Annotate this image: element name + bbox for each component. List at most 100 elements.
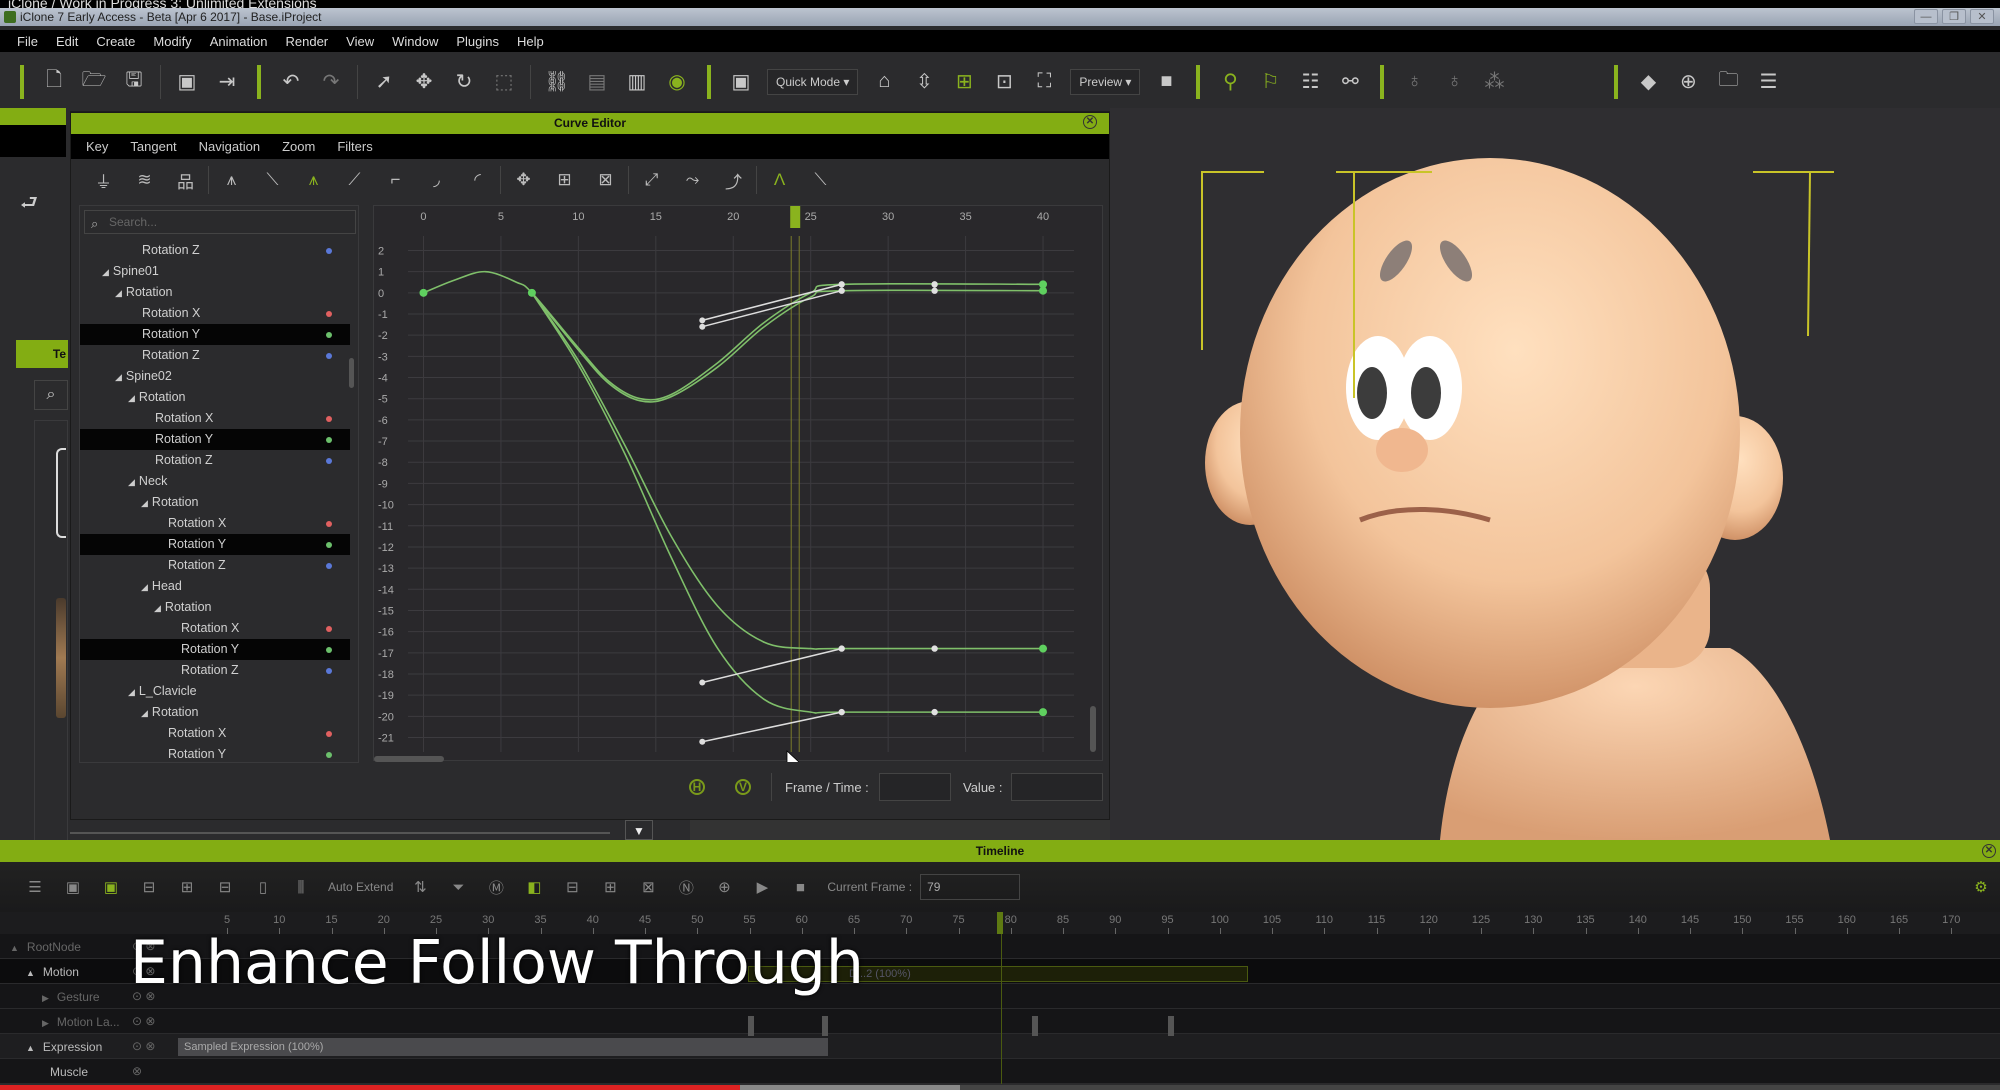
tree-row[interactable]: ◢ Neck [80,471,350,492]
horizontal-zoom-icon[interactable]: H [689,779,705,795]
select-arrow-icon[interactable]: ➚ [364,62,404,102]
ce-menu-tangent[interactable]: Tangent [119,139,187,154]
flag-icon[interactable]: ⚐ [1250,62,1290,102]
timeline-settings-icon[interactable]: ⚙ [1962,878,2000,896]
expand-triangle-icon[interactable]: ▲ [10,943,19,953]
expand-triangle-icon[interactable]: ◢ [128,393,135,403]
restore-button[interactable]: ❐ [1942,9,1966,24]
auto-tangent-icon[interactable]: ⩚ [211,165,252,195]
active-track-icon[interactable]: ▣ [92,878,130,896]
tree-scrollbar[interactable] [349,358,354,388]
add-key-icon[interactable]: ⊞ [544,165,585,195]
linear-out-icon[interactable]: ⟍ [252,165,293,195]
move-icon[interactable]: ✥ [404,62,444,102]
ik-icon[interactable]: ♁ [1394,62,1434,102]
keyframe-point[interactable] [931,645,938,652]
cluster-icon[interactable]: ⁂ [1474,62,1514,102]
horizontal-scrollbar[interactable] [374,756,444,762]
keyframe-point[interactable] [1039,708,1048,717]
camera-icon[interactable]: ■ [1146,62,1186,102]
tree-row[interactable]: Rotation Z [80,240,350,261]
preview-dropdown[interactable]: Preview ▾ [1070,68,1141,95]
expand-triangle-icon[interactable]: ▲ [26,1043,35,1053]
ce-menu-filters[interactable]: Filters [326,139,383,154]
keyframe-point[interactable] [838,281,845,288]
menu-window[interactable]: Window [383,34,447,49]
expand-triangle-icon[interactable]: ◢ [128,477,135,487]
tree-row[interactable]: Rotation X [80,303,350,324]
expand-triangle-icon[interactable]: ◢ [154,603,161,613]
break-clip-icon[interactable]: ⊟ [206,878,244,896]
tree-row[interactable]: ◢ Rotation [80,387,350,408]
expand-triangle-icon[interactable]: ▲ [26,968,35,978]
play-icon[interactable]: ▶ [743,878,781,896]
tree-row[interactable]: Rotation Y [80,324,350,345]
tree-row[interactable]: Rotation X [80,618,350,639]
search-icon[interactable]: ⌕ [34,380,68,410]
render-icon[interactable]: ▣ [167,62,207,102]
key-mode-icon[interactable]: ◧ [515,878,553,896]
expand-triangle-icon[interactable]: ▶ [42,1018,49,1028]
timeline-track[interactable]: Muscle ⊗ [0,1059,2000,1084]
curve-graph[interactable]: 2 1 0 -1 -2 -3 -4 -5 -6 -7 -8 -9 -10 -11 -12 -13 -14 -15-… [373,205,1104,762]
track-controls[interactable]: ⊗ [132,1064,142,1078]
tree-row[interactable]: Rotation Y [80,639,350,660]
ce-menu-navigation[interactable]: Navigation [188,139,271,154]
expand-triangle-icon[interactable]: ◢ [115,288,122,298]
fit-vertical-icon[interactable]: ⇳ [904,62,944,102]
motion-puppet-icon[interactable]: ⚲ [1210,62,1250,102]
curve-graph-canvas[interactable]: 210-1-2-3-4-5-6-7-8-9-10-11-12-13-14-15-… [374,206,1104,762]
layers-icon[interactable]: ≋ [124,165,165,195]
fit-vertical-icon[interactable]: ⤴ [713,165,754,195]
tree-row[interactable]: ◢ Rotation [80,597,350,618]
camera-view-icon[interactable]: ⊡ [984,62,1024,102]
filter-icon[interactable]: ⏷ [439,879,477,896]
tree-row[interactable]: Rotation Z [80,345,350,366]
ce-menu-key[interactable]: Key [75,139,119,154]
save-icon[interactable]: 🖫 [114,62,154,102]
tree-row[interactable]: Rotation Z [80,450,350,471]
content-thumbnail[interactable] [56,598,66,718]
keyframe-point[interactable] [838,287,845,294]
keyframe-point[interactable] [838,708,845,716]
tree-row[interactable]: ◢ Rotation [80,702,350,723]
keyframe-icon[interactable]: Ⓝ [667,877,705,898]
close-button[interactable]: ✕ [1970,9,1994,24]
tree-row[interactable]: ◢ Spine02 [80,366,350,387]
expand-triangle-icon[interactable]: ◢ [128,687,135,697]
expression-clip[interactable]: Sampled Expression (100%) [178,1038,828,1056]
motion-key-marker[interactable] [1032,1016,1038,1036]
keyframe-point[interactable] [527,288,536,297]
return-icon[interactable]: ⮐ [20,188,38,222]
remove-key-icon[interactable]: ⊠ [629,878,667,896]
timeline-track[interactable]: ▶ Motion La... ⊙ ⊗ [0,1009,2000,1034]
ease-out-icon[interactable]: ◜ [457,165,498,195]
close-icon[interactable]: ✕ [1982,844,1996,858]
menu-edit[interactable]: Edit [47,34,87,49]
tree-row[interactable]: Rotation Y [80,534,350,555]
new-file-icon[interactable]: 🗋 [34,62,74,102]
unify-tangent-icon[interactable]: ⟍ [800,165,841,195]
export-icon[interactable]: ⇥ [207,62,247,102]
step-tangent-icon[interactable]: ⌐ [375,165,416,195]
track-controls[interactable]: ⊙ ⊗ [132,1039,155,1053]
tree-row[interactable]: Rotation X [80,513,350,534]
ease-in-icon[interactable]: ◞ [416,165,457,195]
tree-row[interactable]: Rotation Y [80,744,350,762]
distribute-icon[interactable]: ▥ [617,62,657,102]
motion-key-marker[interactable] [822,1016,828,1036]
menu-view[interactable]: View [337,34,383,49]
track-list-icon[interactable]: ☰ [16,878,54,896]
splitter-bar[interactable] [70,832,610,834]
scale-icon[interactable]: ⬚ [484,62,524,102]
menu-file[interactable]: File [8,34,47,49]
menu-render[interactable]: Render [277,34,338,49]
expand-triangle-icon[interactable]: ◢ [141,498,148,508]
tree-row[interactable]: ◢ Rotation [80,282,350,303]
center-icon[interactable]: ⊞ [944,62,984,102]
tree-row[interactable]: Rotation Z [80,555,350,576]
minimize-button[interactable]: — [1914,9,1938,24]
value-input[interactable] [1011,773,1103,801]
open-project-icon[interactable]: 🗀 [1708,62,1748,102]
link-icon[interactable]: ⛓ [537,62,577,102]
